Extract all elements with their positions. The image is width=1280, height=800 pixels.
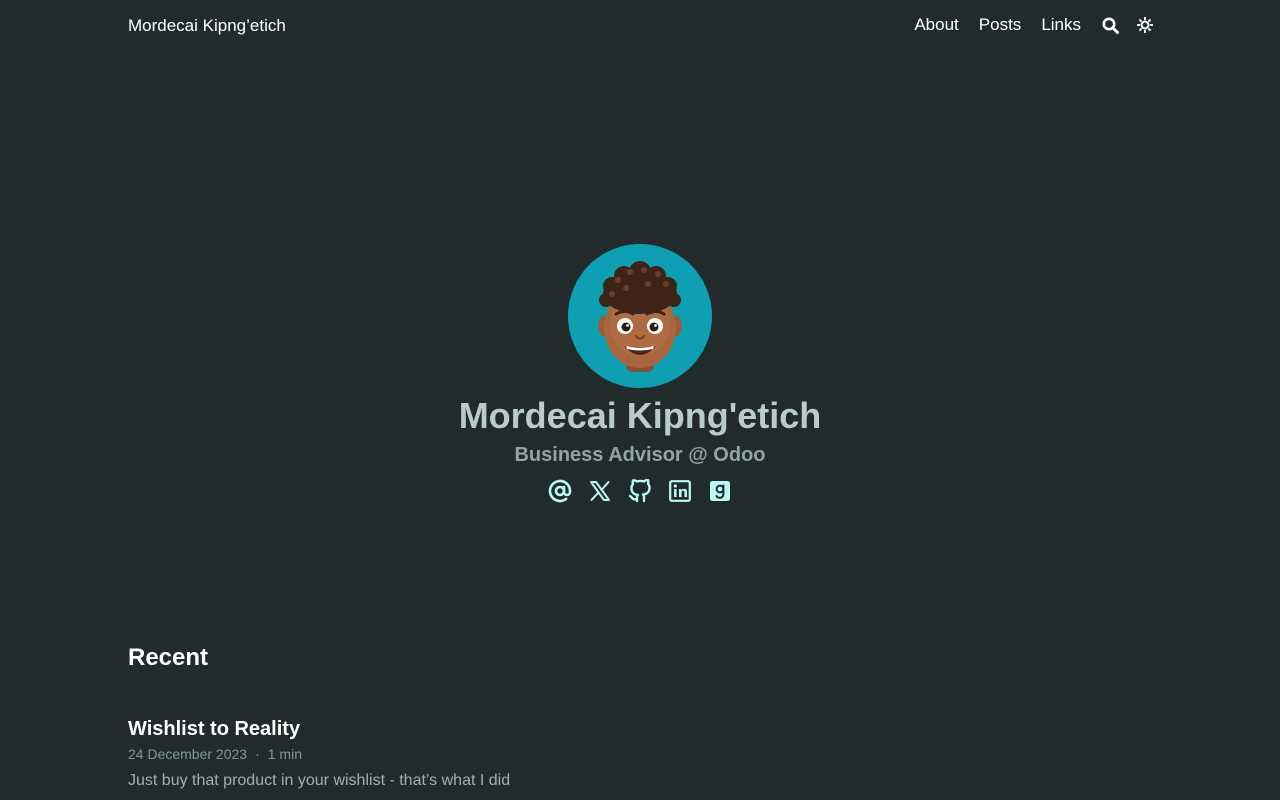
github-icon[interactable] (620, 478, 660, 504)
memoji-avatar (568, 244, 712, 388)
search-icon[interactable] (1101, 15, 1119, 35)
recent-heading: Recent (128, 644, 209, 671)
main-nav: About Posts Links (894, 15, 1154, 35)
post-read-time: 1 min (267, 746, 302, 762)
nav-links[interactable]: Links (1041, 15, 1081, 35)
meta-separator: · (255, 746, 260, 762)
post-date: 24 December 2023 (128, 746, 248, 762)
sun-icon[interactable] (1136, 15, 1154, 35)
post-title[interactable]: Wishlist to Reality (128, 716, 1152, 742)
at-sign-icon[interactable] (540, 478, 580, 504)
site-title-link[interactable]: Mordecai Kipng’etich (128, 16, 286, 36)
site-header: Mordecai Kipng’etich About Posts Links (0, 0, 1280, 52)
nav-about[interactable]: About (914, 15, 958, 35)
nav-posts[interactable]: Posts (979, 15, 1022, 35)
linkedin-icon[interactable] (660, 478, 700, 504)
post-meta: 24 December 2023 · 1 min (128, 744, 1152, 764)
goodreads-icon[interactable] (700, 478, 740, 504)
profile-subtitle: Business Advisor @ Odoo (514, 444, 766, 466)
x-twitter-icon[interactable] (580, 478, 620, 504)
profile-section: Mordecai Kipng'etich Business Advisor @ … (0, 244, 1280, 504)
profile-name: Mordecai Kipng'etich (458, 395, 822, 436)
social-links (540, 478, 740, 504)
post-summary: Just buy that product in your wishlist -… (128, 772, 511, 789)
post-entry[interactable]: Wishlist to Reality 24 December 2023 · 1 m… (128, 716, 1152, 792)
